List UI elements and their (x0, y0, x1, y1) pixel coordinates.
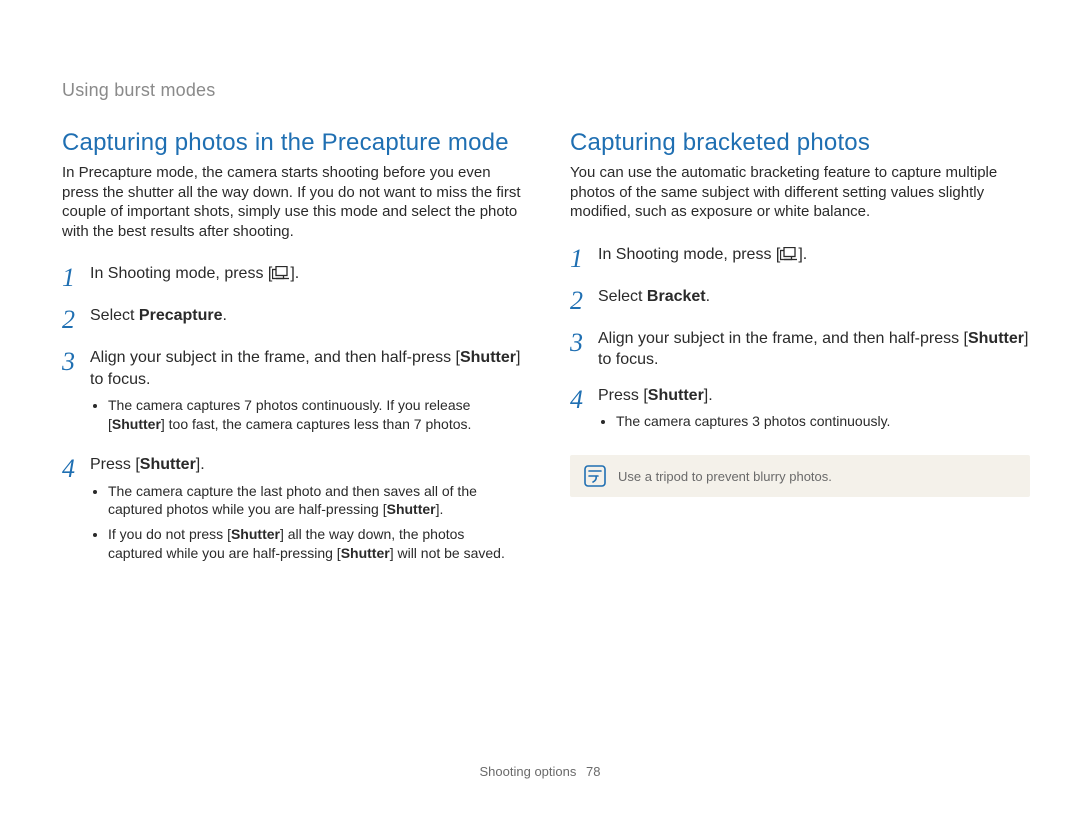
step-body: Align your subject in the frame, and the… (598, 328, 1030, 371)
right-step-1: 1 In Shooting mode, press []. (570, 244, 1030, 272)
step-text: Select (598, 288, 647, 305)
step-bold: Shutter (460, 349, 516, 366)
left-step-4: 4 Press [Shutter]. The camera capture th… (62, 454, 522, 569)
step-body: In Shooting mode, press []. (90, 263, 522, 291)
step-bold: Shutter (968, 330, 1024, 347)
right-step-2: 2 Select Bracket. (570, 286, 1030, 314)
right-step-4: 4 Press [Shutter]. The camera captures 3… (570, 385, 1030, 437)
step-number: 4 (62, 454, 90, 569)
footer-page-number: 78 (586, 764, 600, 779)
step-body: Press [Shutter]. The camera capture the … (90, 454, 522, 569)
left-step-2: 2 Select Precapture. (62, 305, 522, 333)
step-number: 1 (570, 244, 598, 272)
bullet-bold: Shutter (387, 501, 436, 517)
right-column: Capturing bracketed photos You can use t… (570, 129, 1030, 583)
content-columns: Capturing photos in the Precapture mode … (62, 129, 1030, 583)
step-sub-bullets: The camera captures 3 photos continuousl… (598, 412, 1030, 431)
bullet-bold: Shutter (341, 545, 390, 561)
step-body: Align your subject in the frame, and the… (90, 347, 522, 440)
breadcrumb: Using burst modes (62, 80, 1030, 101)
bullet: If you do not press [Shutter] all the wa… (108, 525, 522, 563)
step-number: 3 (62, 347, 90, 440)
step-text: Select (90, 307, 139, 324)
step-text: ]. (290, 265, 299, 282)
step-body: Select Precapture. (90, 305, 522, 333)
bullet-text: ] will not be saved. (390, 545, 505, 561)
bullet-text: ]. (436, 501, 444, 517)
step-text: ]. (798, 246, 807, 263)
footer-section: Shooting options (480, 764, 577, 779)
left-column: Capturing photos in the Precapture mode … (62, 129, 522, 583)
step-text: ]. (196, 456, 205, 473)
bullet-bold: Shutter (112, 416, 161, 432)
step-bold: Precapture (139, 307, 223, 324)
note-icon (584, 465, 606, 487)
step-text: . (706, 288, 710, 305)
step-text: ]. (704, 387, 713, 404)
bullet: The camera capture the last photo and th… (108, 482, 522, 520)
note-text: Use a tripod to prevent blurry photos. (618, 469, 832, 484)
note-box: Use a tripod to prevent blurry photos. (570, 455, 1030, 497)
right-intro: You can use the automatic bracketing fea… (570, 163, 1030, 222)
bullet: The camera captures 3 photos continuousl… (616, 412, 1030, 431)
step-text: . (223, 307, 227, 324)
left-title: Capturing photos in the Precapture mode (62, 129, 522, 157)
bullet-bold: Shutter (231, 526, 280, 542)
step-number: 1 (62, 263, 90, 291)
bullet-text: ] too fast, the camera captures less tha… (161, 416, 472, 432)
bullet: The camera captures 7 photos continuousl… (108, 396, 522, 434)
step-number: 2 (62, 305, 90, 333)
left-step-3: 3 Align your subject in the frame, and t… (62, 347, 522, 440)
step-text: In Shooting mode, press [ (90, 265, 272, 282)
step-text: Press [ (598, 387, 648, 404)
page-footer: Shooting options 78 (0, 764, 1080, 779)
step-number: 2 (570, 286, 598, 314)
manual-page: Using burst modes Capturing photos in th… (0, 0, 1080, 815)
left-intro: In Precapture mode, the camera starts sh… (62, 163, 522, 241)
left-step-1: 1 In Shooting mode, press []. (62, 263, 522, 291)
step-number: 4 (570, 385, 598, 437)
burst-mode-icon (272, 266, 290, 280)
step-bold: Shutter (648, 387, 704, 404)
step-text: In Shooting mode, press [ (598, 246, 780, 263)
step-text: Press [ (90, 456, 140, 473)
right-title: Capturing bracketed photos (570, 129, 1030, 157)
step-bold: Shutter (140, 456, 196, 473)
burst-mode-icon (780, 247, 798, 261)
step-text: Align your subject in the frame, and the… (90, 349, 460, 366)
step-body: In Shooting mode, press []. (598, 244, 1030, 272)
step-body: Press [Shutter]. The camera captures 3 p… (598, 385, 1030, 437)
step-text: Align your subject in the frame, and the… (598, 330, 968, 347)
step-sub-bullets: The camera capture the last photo and th… (90, 482, 522, 564)
right-step-3: 3 Align your subject in the frame, and t… (570, 328, 1030, 371)
bullet-text: If you do not press [ (108, 526, 231, 542)
step-bold: Bracket (647, 288, 706, 305)
step-number: 3 (570, 328, 598, 371)
step-sub-bullets: The camera captures 7 photos continuousl… (90, 396, 522, 434)
step-body: Select Bracket. (598, 286, 1030, 314)
